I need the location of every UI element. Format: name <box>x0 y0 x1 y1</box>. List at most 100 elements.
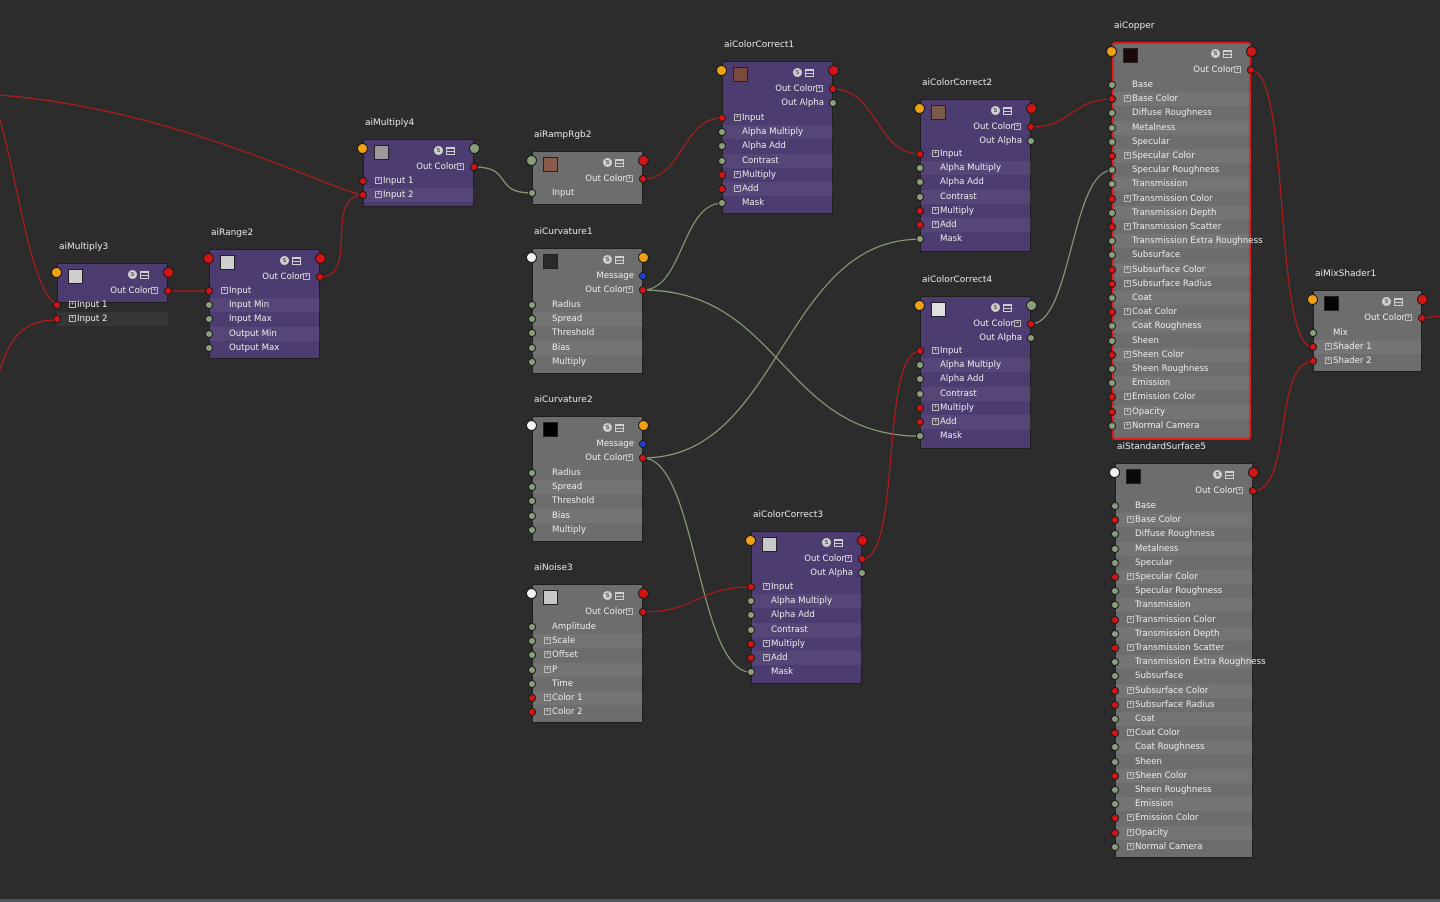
input-subsurface[interactable]: Subsurface <box>1115 669 1253 683</box>
input-transmission-color[interactable]: + Transmission Color <box>1112 192 1251 206</box>
input-port[interactable] <box>718 170 726 179</box>
input-port[interactable] <box>359 177 367 185</box>
input-input[interactable]: + Input <box>209 284 320 298</box>
expand-icon[interactable]: + <box>1127 842 1134 850</box>
output-port[interactable] <box>639 175 647 183</box>
input-coat[interactable]: Coat <box>1112 291 1251 305</box>
expand-icon[interactable]: + <box>1124 279 1131 287</box>
node-input-port[interactable] <box>1109 467 1120 478</box>
expand-icon[interactable]: + <box>1405 314 1412 321</box>
input-subsurface-radius[interactable]: + Subsurface Radius <box>1115 698 1253 712</box>
node-input-port[interactable] <box>914 103 925 114</box>
node-aicolorcorrect3[interactable]: aiColorCorrect3 s Out Color+ Out Alpha + Inpu… <box>745 510 868 684</box>
input-alpha-multiply[interactable]: Alpha Multiply <box>751 594 862 609</box>
expand-icon[interactable]: + <box>932 150 939 157</box>
swatch-mode-icon[interactable]: s <box>603 423 612 432</box>
input-specular[interactable]: Specular <box>1115 556 1253 570</box>
attribute-list-icon[interactable] <box>615 158 624 167</box>
wire-aicopper-out-color-to-aimixshader1-shader-1[interactable] <box>1250 69 1314 348</box>
swatch-mode-icon[interactable]: s <box>793 68 802 77</box>
node-output-port[interactable] <box>315 253 326 264</box>
input-sheen-roughness[interactable]: Sheen Roughness <box>1112 362 1251 376</box>
input-port[interactable] <box>1108 123 1116 132</box>
input-contrast[interactable]: Contrast <box>751 622 862 637</box>
expand-icon[interactable]: + <box>1124 194 1131 202</box>
input-transmission-color[interactable]: + Transmission Color <box>1115 613 1253 627</box>
output-port[interactable] <box>1027 123 1035 131</box>
expand-icon[interactable]: + <box>1124 421 1131 429</box>
swatch-mode-icon[interactable]: s <box>603 158 612 167</box>
attribute-list-icon[interactable] <box>1223 49 1232 58</box>
input-port[interactable] <box>916 206 924 215</box>
expand-icon[interactable]: + <box>1127 644 1134 651</box>
input-port[interactable] <box>747 625 755 634</box>
input-multiply[interactable]: + Multiply <box>920 401 1031 415</box>
expand-icon[interactable]: + <box>763 583 770 590</box>
input-base[interactable]: Base <box>1115 499 1253 513</box>
input-input-max[interactable]: Input Max <box>209 312 320 326</box>
wire-aicolorcorrect4-out-color-to-aicopper-specular-roughness[interactable] <box>1030 169 1113 325</box>
node-input-port[interactable] <box>1307 294 1318 305</box>
input-add[interactable]: + Add <box>920 415 1031 429</box>
expand-icon[interactable]: + <box>845 555 852 562</box>
input-port[interactable] <box>528 679 536 688</box>
output-port[interactable] <box>1027 137 1035 145</box>
input-spread[interactable]: Spread <box>532 312 643 327</box>
attribute-list-icon[interactable] <box>1003 303 1012 312</box>
node-output-port[interactable] <box>638 252 649 263</box>
output-port[interactable] <box>639 454 647 462</box>
input-port[interactable] <box>205 287 213 295</box>
expand-icon[interactable]: + <box>1124 152 1131 159</box>
input-specular-roughness[interactable]: Specular Roughness <box>1115 584 1253 598</box>
input-port[interactable] <box>1108 336 1116 345</box>
input-emission-color[interactable]: + Emission Color <box>1112 390 1251 404</box>
input-contrast[interactable]: Contrast <box>920 189 1031 204</box>
input-input-1[interactable]: + Input 1 <box>363 174 474 188</box>
node-aimultiply3[interactable]: aiMultiply3 s Out Color+ + Input 1 + Input 2 <box>51 242 174 327</box>
wire-offscreen-to-aimultiply4[interactable] <box>0 94 364 196</box>
input-port[interactable] <box>1108 208 1116 217</box>
input-color-1[interactable]: + Color 1 <box>532 691 643 705</box>
input-port[interactable] <box>1108 194 1116 203</box>
input-emission[interactable]: Emission <box>1115 797 1253 812</box>
swatch-mode-icon[interactable]: s <box>603 591 612 600</box>
input-contrast[interactable]: Contrast <box>722 153 833 168</box>
node-input-port[interactable] <box>51 267 62 278</box>
attribute-list-icon[interactable] <box>615 255 624 264</box>
expand-icon[interactable]: + <box>375 191 382 199</box>
input-port[interactable] <box>1111 700 1119 709</box>
expand-icon[interactable]: + <box>1127 573 1134 580</box>
output-port[interactable] <box>858 555 866 563</box>
node-ainoise3[interactable]: aiNoise3 s Out Color+ Amplitude + Scale + Offse… <box>526 563 649 723</box>
node-aicurvature2[interactable]: aiCurvature2 s Message Out Color+ Radius Spre… <box>526 395 649 542</box>
node-output-port[interactable] <box>638 420 649 431</box>
input-port[interactable] <box>53 301 61 309</box>
input-port[interactable] <box>528 469 536 477</box>
input-port[interactable] <box>1111 573 1119 581</box>
wire-aicolorcorrect2-out-color-to-aicopper-base-color[interactable] <box>1030 98 1113 128</box>
input-port[interactable] <box>1111 828 1119 837</box>
input-offset[interactable]: + Offset <box>532 648 643 662</box>
node-airange2[interactable]: aiRange2 s Out Color+ + Input Input Min Input … <box>203 228 326 359</box>
input-p[interactable]: + P <box>532 662 643 677</box>
output-port[interactable] <box>1418 314 1426 322</box>
input-alpha-multiply[interactable]: Alpha Multiply <box>920 161 1031 176</box>
input-emission[interactable]: Emission <box>1112 376 1251 391</box>
input-threshold[interactable]: Threshold <box>532 326 643 340</box>
input-shader-1[interactable]: + Shader 1 <box>1313 340 1422 355</box>
input-port[interactable] <box>1111 842 1119 851</box>
input-coat[interactable]: Coat <box>1115 712 1253 726</box>
input-port[interactable] <box>1108 421 1116 430</box>
input-base-color[interactable]: + Base Color <box>1115 513 1253 528</box>
input-port[interactable] <box>528 301 536 309</box>
node-input-port[interactable] <box>914 300 925 311</box>
expand-icon[interactable]: + <box>1127 814 1134 822</box>
input-transmission[interactable]: Transmission <box>1115 598 1253 613</box>
input-alpha-add[interactable]: Alpha Add <box>722 139 833 153</box>
expand-icon[interactable]: + <box>1127 729 1134 737</box>
input-mix[interactable]: Mix <box>1313 326 1422 340</box>
wire-airamprgb2-out-color-to-aicolorcorrect1-input[interactable] <box>642 117 723 180</box>
input-input[interactable]: Input <box>532 186 643 200</box>
wire-aistandardsurface5-out-color-to-aimixshader1-shader-2[interactable] <box>1252 360 1314 492</box>
input-port[interactable] <box>1309 329 1317 337</box>
